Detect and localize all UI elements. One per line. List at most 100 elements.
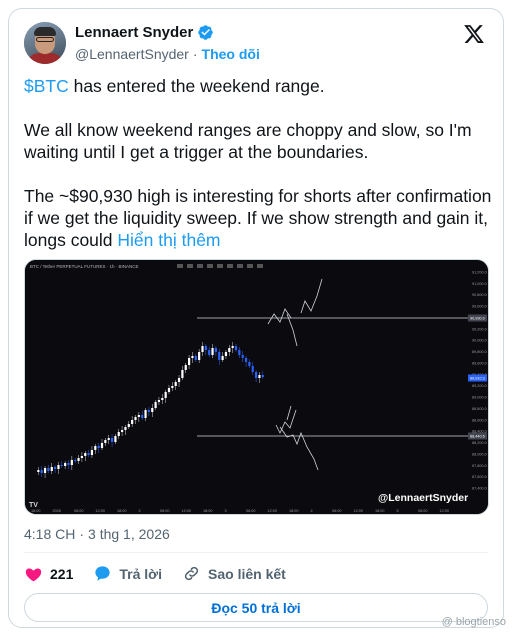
candle-body xyxy=(84,453,87,456)
price-tick-label: 87,800.0 xyxy=(472,464,487,468)
price-tick-label: 90,000.0 xyxy=(472,339,487,343)
tweet-text: $BTC has entered the weekend range. We a… xyxy=(24,75,494,251)
timestamp-separator: · xyxy=(79,526,85,542)
candle-body xyxy=(191,356,194,358)
copy-link-label: Sao liên kết xyxy=(208,565,286,582)
divider xyxy=(24,552,488,553)
candle-body xyxy=(97,446,100,448)
price-tick-label: 88,200.0 xyxy=(472,441,487,445)
time-tick-label: 12:00 xyxy=(182,509,192,513)
chart-toolbar-icons xyxy=(177,264,263,268)
candle-body xyxy=(154,402,157,408)
time-tick-label: 18:00 xyxy=(117,509,127,513)
price-tick-label: 90,600.0 xyxy=(472,305,487,309)
tweet-text-line: The ~$90,930 high is interesting for sho… xyxy=(24,186,492,250)
candle-body xyxy=(251,366,254,372)
candle-body xyxy=(114,436,117,442)
candle-body xyxy=(231,346,234,348)
time-tick-label: 12:00 xyxy=(440,509,450,513)
chart-canvas: BTC / Tether PERPETUAL FUTURES · 1h · BI… xyxy=(25,260,488,514)
candle-body xyxy=(57,465,60,469)
cashtag-link[interactable]: $BTC xyxy=(24,76,69,96)
heart-icon xyxy=(25,568,42,582)
candle-body xyxy=(244,358,248,362)
candle-body xyxy=(258,375,261,378)
time-tick-label: 06:00 xyxy=(246,509,256,513)
read-replies-button[interactable]: Đọc 50 trả lời xyxy=(24,593,488,622)
time-tick-label: 06:00 xyxy=(332,509,342,513)
author-display-name[interactable]: Lennaert Snyder xyxy=(75,24,193,41)
candle-body xyxy=(161,398,164,400)
time-tick-label: 06:00 xyxy=(160,509,170,513)
like-count: 221 xyxy=(50,565,74,582)
candle-body xyxy=(184,365,187,370)
time-tick-label: 06:00 xyxy=(418,509,428,513)
time-tick-label: 06:00 xyxy=(74,509,84,513)
candle-body xyxy=(171,386,174,388)
candle-body xyxy=(47,468,50,471)
candle-body xyxy=(104,440,107,443)
candle-body xyxy=(134,417,137,420)
candle-body xyxy=(147,410,150,412)
price-tick-label: 89,200.0 xyxy=(472,384,487,388)
price-tick-label: 88,600.0 xyxy=(472,418,487,422)
follow-button[interactable]: Theo dõi xyxy=(202,46,260,62)
candle-body xyxy=(110,438,114,442)
candle-body xyxy=(107,438,110,440)
reply-button[interactable]: Trả lời xyxy=(93,564,162,583)
like-button[interactable]: 221 xyxy=(24,564,73,583)
candle-body xyxy=(218,352,221,360)
candle-body xyxy=(87,453,90,455)
price-tick-label: 89,800.0 xyxy=(472,350,487,354)
candle-body xyxy=(214,348,217,352)
candle-body xyxy=(248,362,251,366)
chart-watermark: @LennaertSnyder xyxy=(378,492,468,504)
candle-body xyxy=(164,392,167,398)
candle-body xyxy=(208,350,211,355)
candle-body xyxy=(37,470,40,472)
candle-body xyxy=(74,460,77,461)
show-more-link[interactable]: Hiển thị thêm xyxy=(117,230,220,250)
page-watermark: @ blogtienso xyxy=(441,616,506,628)
time-tick-label: 4 xyxy=(311,509,313,513)
candle-body xyxy=(90,450,94,455)
candle-body xyxy=(174,382,177,386)
author-name-row[interactable]: Lennaert Snyder xyxy=(75,24,214,41)
candle-body xyxy=(144,410,147,418)
candle-body xyxy=(238,350,241,355)
chart-image[interactable]: BTC / Tether PERPETUAL FUTURES · 1h · BI… xyxy=(24,259,489,515)
time-tick-label: 12:00 xyxy=(354,509,364,513)
price-tick-label: 88,800.0 xyxy=(472,407,487,411)
candle-body xyxy=(234,346,238,350)
candle-body xyxy=(167,388,171,392)
copy-link-button[interactable]: Sao liên kết xyxy=(182,564,286,583)
candle-body xyxy=(137,415,140,417)
candle-body xyxy=(194,356,197,360)
candle-body xyxy=(198,352,201,360)
candle-body xyxy=(64,463,67,466)
time-tick-label: 5 xyxy=(397,509,399,513)
time-tick-label: 12:00 xyxy=(268,509,278,513)
price-tick-label: 90,200.0 xyxy=(472,327,487,331)
range-low-label: 88,440.5 xyxy=(470,434,485,438)
tweet-timestamp[interactable]: 4:18 CH · 3 thg 1, 2026 xyxy=(24,526,170,542)
price-tick-label: 89,600.0 xyxy=(472,361,487,365)
tweet-date: 3 thg 1, 2026 xyxy=(88,526,170,542)
candle-body xyxy=(221,356,224,360)
candle-body xyxy=(67,463,70,465)
range-high-label: 90,930.0 xyxy=(470,316,485,320)
separator-dot: · xyxy=(192,46,198,62)
price-tick-label: 87,600.0 xyxy=(472,475,487,479)
author-handle[interactable]: @LennaertSnyder xyxy=(75,46,189,62)
tweet-paragraph: $BTC has entered the weekend range. xyxy=(24,75,494,97)
time-tick-label: 3 xyxy=(225,509,227,513)
candle-body xyxy=(177,378,181,382)
candle-body xyxy=(94,446,97,450)
author-handle-row: @LennaertSnyder · Theo dõi xyxy=(75,46,260,62)
chart-header-text: BTC / Tether PERPETUAL FUTURES · 1h · BI… xyxy=(30,264,139,269)
x-logo-icon[interactable] xyxy=(463,23,485,45)
price-tick-label: 88,000.0 xyxy=(472,452,487,456)
avatar[interactable] xyxy=(24,22,66,64)
time-tick-label: 18:00 xyxy=(203,509,213,513)
action-bar: 221 Trả lời Sao liên kết xyxy=(24,564,306,583)
